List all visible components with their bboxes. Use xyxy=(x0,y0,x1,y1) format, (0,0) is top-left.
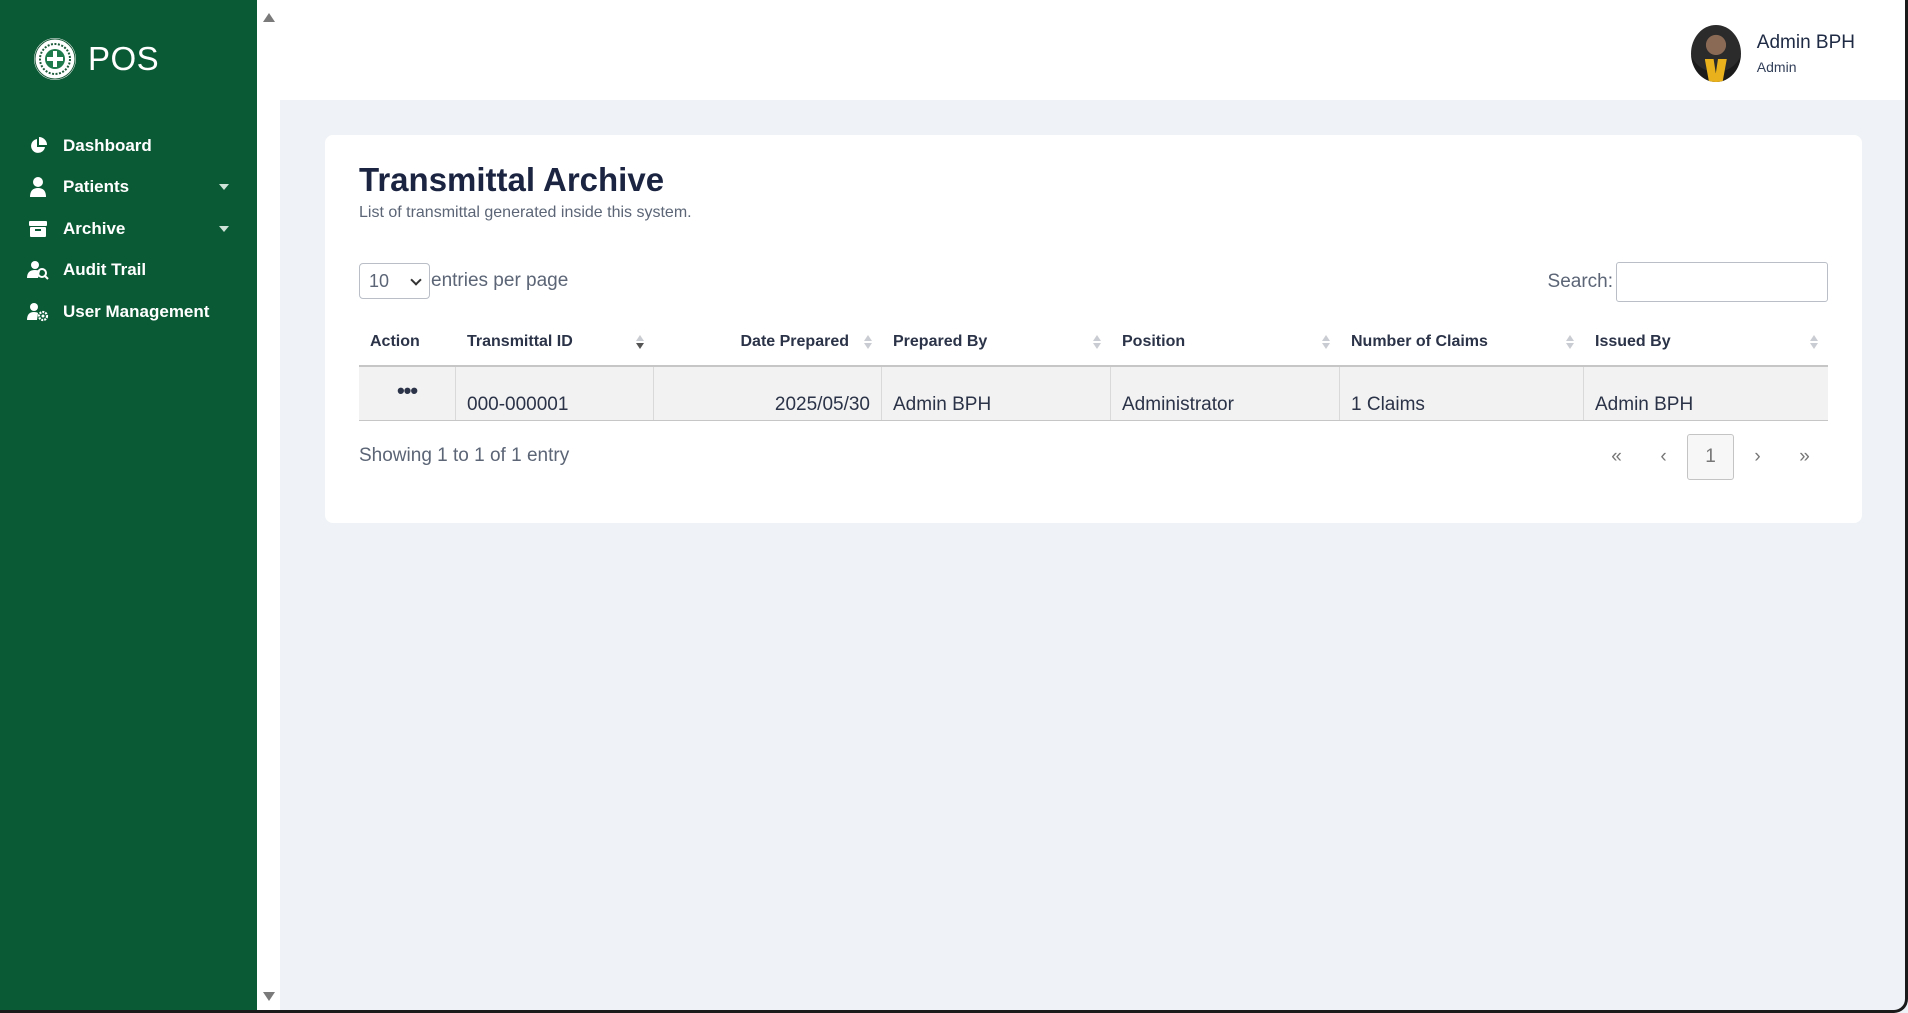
entries-per-page-select[interactable]: 10 xyxy=(359,263,430,299)
entries-per-page-label: entries per page xyxy=(431,270,569,291)
column-header-label: Transmittal ID xyxy=(467,333,573,350)
chevron-down-icon[interactable] xyxy=(219,225,229,232)
sidebar-item-label: Audit Trail xyxy=(63,260,147,280)
column-header-label: Issued By xyxy=(1595,333,1671,350)
users-gear-icon xyxy=(27,301,49,323)
user-name: Admin BPH xyxy=(1756,32,1855,53)
brand-name: POS xyxy=(88,40,160,77)
sort-icon xyxy=(1810,335,1818,349)
sidebar-item-user-management[interactable]: User Management xyxy=(0,291,257,333)
scroll-down-arrow-icon[interactable] xyxy=(263,992,275,1001)
vertical-scrollbar[interactable] xyxy=(257,0,280,1010)
archive-card: Transmittal Archive List of transmittal … xyxy=(325,135,1862,523)
column-header-issued-by[interactable]: Issued By xyxy=(1584,318,1828,366)
table-body: ••• 000-000001 2025/05/30 Admin BPH Admi… xyxy=(359,367,1828,421)
entries-per-page-value: 10 xyxy=(369,270,390,291)
table-info: Showing 1 to 1 of 1 entry xyxy=(359,445,570,466)
user-role: Admin xyxy=(1756,59,1797,75)
row-actions-button[interactable]: ••• xyxy=(359,367,456,420)
cell-position: Administrator xyxy=(1111,367,1340,420)
transmittal-table: Action Transmittal ID Date Prepared Prep… xyxy=(359,319,1828,421)
sidebar-item-patients[interactable]: Patients xyxy=(0,167,257,209)
sidebar: POS Dashboard Patients Archive Audit Tra… xyxy=(0,0,257,1010)
column-header-label: Prepared By xyxy=(893,333,988,350)
top-header: Admin BPH Admin xyxy=(280,0,1905,100)
sidebar-item-label: Archive xyxy=(63,218,126,238)
brand[interactable]: POS xyxy=(34,38,159,80)
pagination: « ‹ 1 › » xyxy=(1593,434,1828,480)
sidebar-item-audit-trail[interactable]: Audit Trail xyxy=(0,250,257,292)
cell-number-of-claims: 1 Claims xyxy=(1340,367,1584,420)
table-row: ••• 000-000001 2025/05/30 Admin BPH Admi… xyxy=(359,367,1828,421)
sidebar-item-dashboard[interactable]: Dashboard xyxy=(0,125,257,167)
search-label: Search: xyxy=(1547,271,1613,292)
cell-transmittal-id: 000-000001 xyxy=(456,367,654,420)
cell-issued-by: Admin BPH xyxy=(1595,394,1694,415)
search-control: Search: xyxy=(1548,262,1828,302)
sort-icon xyxy=(864,335,872,349)
page-title: Transmittal Archive xyxy=(359,161,665,198)
sort-icon xyxy=(1093,335,1101,349)
sidebar-item-label: User Management xyxy=(63,301,210,321)
page-current-button[interactable]: 1 xyxy=(1687,434,1734,480)
column-header-label: Position xyxy=(1122,333,1186,350)
archive-box-icon xyxy=(27,218,49,240)
person-icon xyxy=(27,176,49,198)
sort-icon xyxy=(1322,335,1330,349)
hospital-seal-logo xyxy=(34,38,76,80)
page-last-button[interactable]: » xyxy=(1781,434,1828,480)
column-header-position[interactable]: Position xyxy=(1111,318,1340,366)
page-next-button[interactable]: › xyxy=(1734,434,1781,480)
column-header-action: Action xyxy=(370,333,420,350)
entries-per-page-control: 10 entries per page xyxy=(359,263,568,299)
avatar[interactable] xyxy=(1690,25,1741,82)
sidebar-item-archive[interactable]: Archive xyxy=(0,208,257,250)
cell-prepared-by: Admin BPH xyxy=(882,367,1111,420)
sort-desc-icon xyxy=(636,335,644,349)
page-prev-button[interactable]: ‹ xyxy=(1640,434,1687,480)
chevron-down-icon[interactable] xyxy=(219,184,229,191)
pie-chart-icon xyxy=(27,135,49,157)
column-header-transmittal-id[interactable]: Transmittal ID xyxy=(456,318,654,366)
cell-date-prepared: 2025/05/30 xyxy=(654,367,882,420)
page-first-button[interactable]: « xyxy=(1593,434,1640,480)
chevron-down-icon xyxy=(410,274,422,286)
column-header-date-prepared[interactable]: Date Prepared xyxy=(654,318,882,366)
app-window: POS Dashboard Patients Archive Audit Tra… xyxy=(0,0,1908,1013)
search-input[interactable] xyxy=(1616,262,1828,302)
user-profile[interactable]: Admin BPH Admin xyxy=(1690,25,1855,82)
user-search-icon xyxy=(27,259,49,281)
user-info: Admin BPH Admin xyxy=(1757,32,1855,75)
column-header-prepared-by[interactable]: Prepared By xyxy=(882,318,1111,366)
table-header: Action Transmittal ID Date Prepared Prep… xyxy=(359,319,1828,367)
sidebar-item-label: Dashboard xyxy=(63,135,152,155)
sidebar-item-label: Patients xyxy=(63,177,130,197)
scroll-up-arrow-icon[interactable] xyxy=(263,13,275,22)
column-header-label: Date Prepared xyxy=(740,333,850,350)
column-header-number-of-claims[interactable]: Number of Claims xyxy=(1340,318,1584,366)
sidebar-nav: Dashboard Patients Archive Audit Trail U… xyxy=(0,125,257,333)
page-subtitle: List of transmittal generated inside thi… xyxy=(359,204,692,221)
sort-icon xyxy=(1566,335,1574,349)
column-header-label: Number of Claims xyxy=(1351,333,1488,350)
